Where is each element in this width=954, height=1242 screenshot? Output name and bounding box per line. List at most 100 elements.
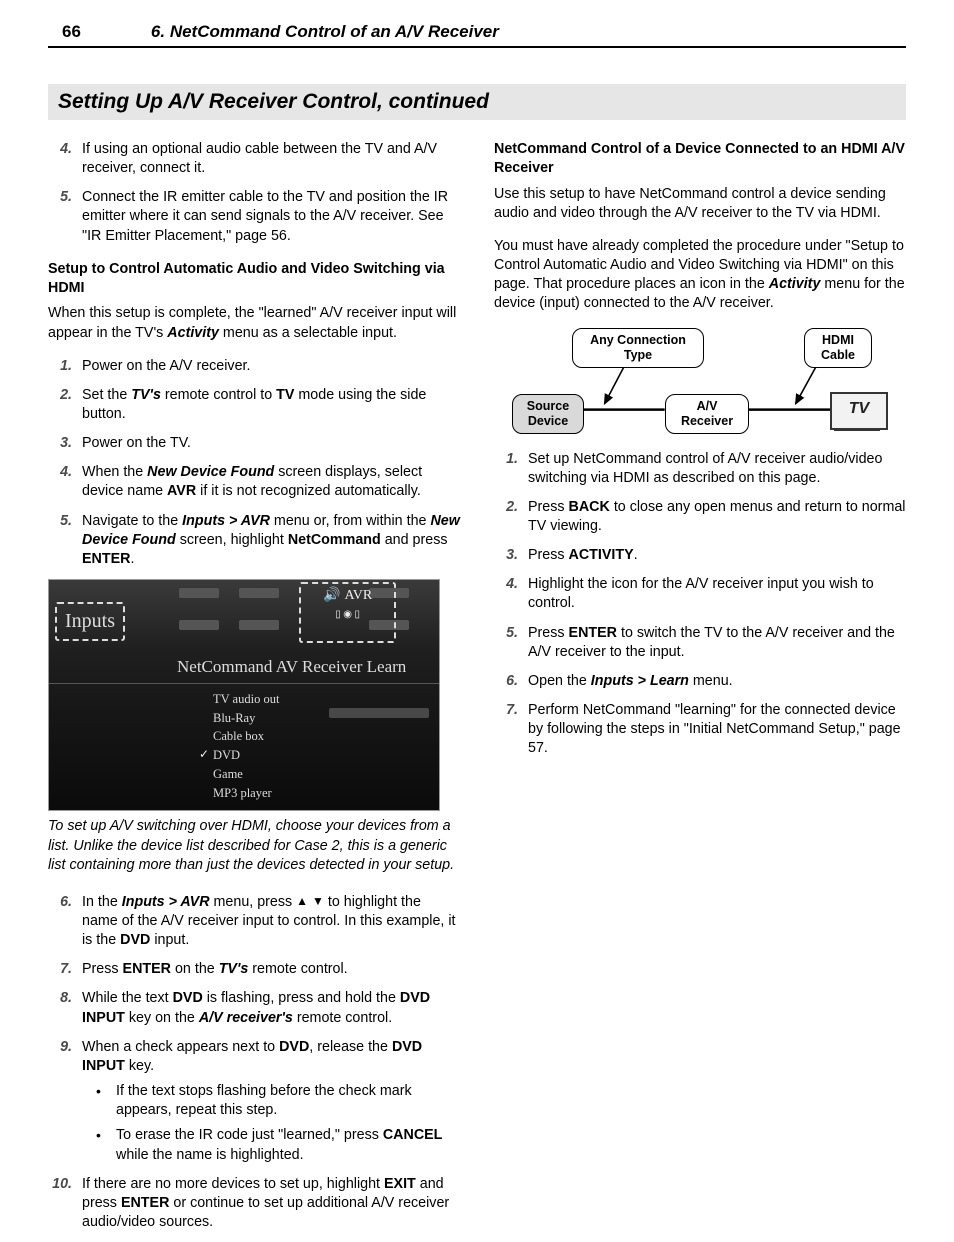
step-body: If using an optional audio cable between… bbox=[82, 141, 437, 176]
screenshot-list-item: Cable box bbox=[199, 727, 279, 746]
step-number: 7. bbox=[48, 960, 72, 979]
step-body: Navigate to the Inputs > AVR menu or, fr… bbox=[82, 513, 460, 567]
text-run: In the bbox=[82, 894, 122, 910]
text-run: Navigate to the bbox=[82, 513, 182, 529]
tv-screenshot: Inputs 🔊 AVR ▯ ◉ ▯ NetCommand AV Receive… bbox=[48, 579, 440, 811]
text-run: If the text stops flashing before the ch… bbox=[116, 1083, 412, 1118]
step-number: 5. bbox=[494, 624, 518, 643]
text-run: TV's bbox=[131, 387, 161, 403]
text-run: Open the bbox=[528, 673, 591, 689]
list-item: 4. Highlight the icon for the A/V receive… bbox=[494, 575, 906, 613]
text-run: ACTIVITY bbox=[569, 547, 634, 563]
text-run: NetCommand bbox=[288, 532, 381, 548]
text-run: DVD bbox=[279, 1039, 309, 1055]
screenshot-top: Inputs 🔊 AVR ▯ ◉ ▯ bbox=[49, 580, 439, 650]
list-item: 7. Perform NetCommand "learning" for the … bbox=[494, 701, 906, 758]
step-number: 5. bbox=[48, 188, 72, 207]
list-item: 4. If using an optional audio cable betwe… bbox=[48, 140, 460, 178]
text-run: TV's bbox=[219, 961, 249, 977]
step-number: 4. bbox=[48, 463, 72, 482]
text-run: New Device Found bbox=[147, 464, 274, 480]
step-number: 4. bbox=[494, 575, 518, 594]
step-body: Power on the TV. bbox=[82, 435, 191, 451]
right-steps: 1.Set up NetCommand control of A/V recei… bbox=[494, 450, 906, 759]
step-body: Connect the IR emitter cable to the TV a… bbox=[82, 189, 448, 243]
text-run: ENTER bbox=[82, 551, 130, 567]
step-number: 5. bbox=[48, 512, 72, 531]
screenshot-description-blur bbox=[329, 708, 429, 718]
screenshot-body: TV audio outBlu-RayCable boxDVDGameMP3 p… bbox=[49, 684, 439, 811]
sub-bullet: To erase the IR code just "learned," pre… bbox=[82, 1126, 460, 1164]
step-body: Highlight the icon for the A/V receiver … bbox=[528, 576, 874, 611]
list-item: 3. Press ACTIVITY. bbox=[494, 546, 906, 565]
text-run: DVD bbox=[120, 932, 150, 948]
page: 66 6. NetCommand Control of an A/V Recei… bbox=[0, 0, 954, 1235]
text-run: remote control. bbox=[248, 961, 347, 977]
chapter-title: 6. NetCommand Control of an A/V Receiver bbox=[151, 22, 499, 42]
text-run: Power on the TV. bbox=[82, 435, 191, 451]
step-number: 9. bbox=[48, 1038, 72, 1057]
text-run: while the name is highlighted. bbox=[116, 1147, 304, 1163]
text-run: ▼ bbox=[312, 894, 324, 908]
content-columns: 4. If using an optional audio cable betwe… bbox=[48, 140, 906, 1242]
text-run: . bbox=[130, 551, 134, 567]
diagram-source-device: Source Device bbox=[512, 394, 584, 434]
step-number: 3. bbox=[494, 546, 518, 565]
list-item: 2.Press BACK to close any open menus and… bbox=[494, 498, 906, 536]
screenshot-list-item: Game bbox=[199, 765, 279, 784]
sub-bullets: If the text stops flashing before the ch… bbox=[82, 1082, 460, 1165]
step-body: Press ACTIVITY. bbox=[528, 547, 638, 563]
left-para-1: When this setup is complete, the "learne… bbox=[48, 304, 460, 342]
step-body: Set up NetCommand control of A/V receive… bbox=[528, 451, 882, 486]
text-run: Press bbox=[528, 625, 569, 641]
text-run: Perform NetCommand "learning" for the co… bbox=[528, 702, 901, 756]
text-run: Power on the A/V receiver. bbox=[82, 358, 250, 374]
right-subheading: NetCommand Control of a Device Connected… bbox=[494, 140, 906, 179]
page-header: 66 6. NetCommand Control of an A/V Recei… bbox=[48, 22, 906, 48]
page-number: 66 bbox=[62, 22, 81, 42]
list-item: 10. If there are no more devices to set u… bbox=[48, 1175, 460, 1232]
step-number: 1. bbox=[48, 357, 72, 376]
avr-highlight: 🔊 AVR ▯ ◉ ▯ bbox=[299, 582, 396, 643]
text-run: Inputs > AVR bbox=[122, 894, 210, 910]
list-item: 9.When a check appears next to DVD, rele… bbox=[48, 1038, 460, 1165]
step-number: 7. bbox=[494, 701, 518, 720]
list-item: 5. Connect the IR emitter cable to the TV… bbox=[48, 188, 460, 245]
text-run: Highlight the icon for the A/V receiver … bbox=[528, 576, 874, 611]
text-run: If there are no more devices to set up, … bbox=[82, 1176, 384, 1192]
text-run: While the text bbox=[82, 990, 173, 1006]
step-number: 4. bbox=[48, 140, 72, 159]
screenshot-list: TV audio outBlu-RayCable boxDVDGameMP3 p… bbox=[199, 690, 279, 803]
text-run: Connect the IR emitter cable to the TV a… bbox=[82, 189, 448, 243]
text-run: DVD bbox=[173, 990, 203, 1006]
step-body: Set the TV's remote control to TV mode u… bbox=[82, 387, 426, 422]
screenshot-caption: To set up A/V switching over HDMI, choos… bbox=[48, 817, 460, 874]
list-item: 6.Open the Inputs > Learn menu. bbox=[494, 672, 906, 691]
list-item: 2. Set the TV's remote control to TV mode… bbox=[48, 386, 460, 424]
step-number: 2. bbox=[48, 386, 72, 405]
text-run: If using an optional audio cable between… bbox=[82, 141, 437, 176]
step-body: When the New Device Found screen display… bbox=[82, 464, 422, 499]
left-continued-steps: 4. If using an optional audio cable betwe… bbox=[48, 140, 460, 246]
screenshot-list-item: MP3 player bbox=[199, 784, 279, 803]
screenshot-list-item: TV audio out bbox=[199, 690, 279, 709]
text-run: Inputs > AVR bbox=[182, 513, 270, 529]
step-number: 2. bbox=[494, 498, 518, 517]
text-bold: Activity bbox=[167, 325, 219, 341]
text-run: ENTER bbox=[121, 1195, 169, 1211]
text-run: AVR bbox=[167, 483, 196, 499]
step-number: 10. bbox=[48, 1175, 72, 1194]
text-run: ▲ bbox=[296, 894, 308, 908]
list-item: 5.Press ENTER to switch the TV to the A/… bbox=[494, 624, 906, 662]
text: menu as a selectable input. bbox=[219, 325, 397, 341]
step-body: Power on the A/V receiver. bbox=[82, 358, 250, 374]
text-run: input. bbox=[150, 932, 189, 948]
text-run: A/V receiver's bbox=[199, 1010, 293, 1026]
inputs-highlight: Inputs bbox=[55, 602, 125, 641]
text-run: ENTER bbox=[569, 625, 617, 641]
diagram-hdmi-cable: HDMI Cable bbox=[804, 328, 872, 368]
right-para-1: Use this setup to have NetCommand contro… bbox=[494, 185, 906, 223]
text-run: key. bbox=[125, 1058, 154, 1074]
list-item: 4. When the New Device Found screen displ… bbox=[48, 463, 460, 501]
text-run: is flashing, press and hold the bbox=[203, 990, 400, 1006]
